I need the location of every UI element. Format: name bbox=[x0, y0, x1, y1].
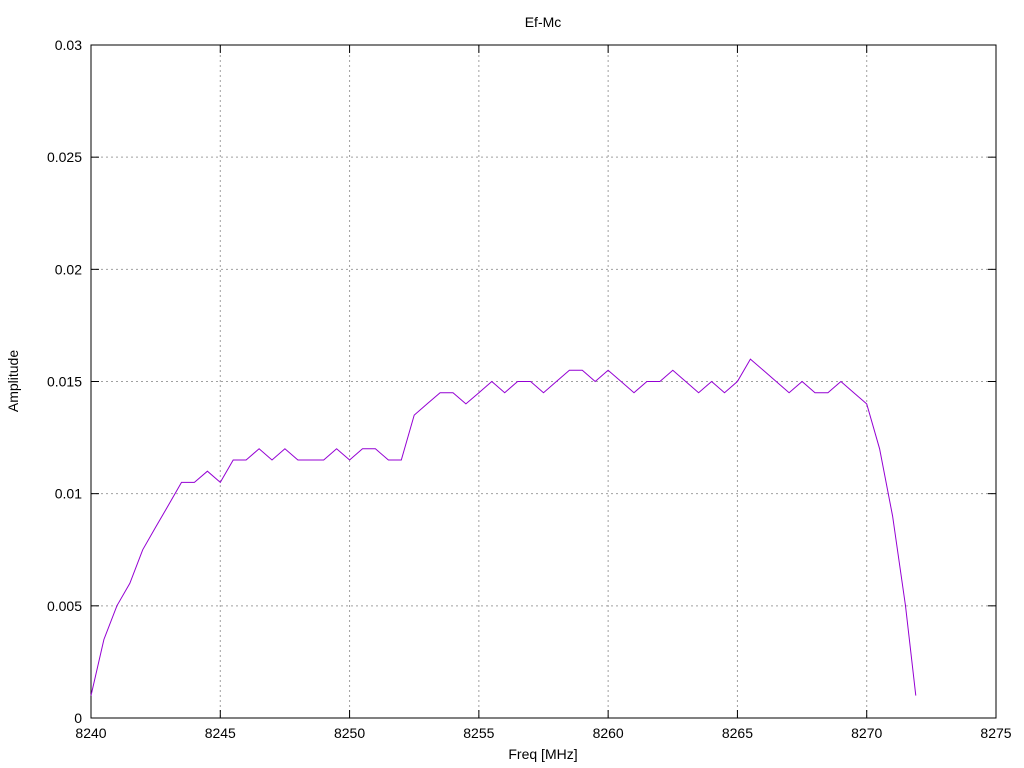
series-line bbox=[90, 358, 917, 696]
x-tick-label: 8265 bbox=[722, 725, 753, 741]
x-tick-label: 8250 bbox=[334, 725, 365, 741]
y-tick-label: 0.025 bbox=[47, 149, 82, 165]
x-tick-label: 8240 bbox=[75, 725, 106, 741]
x-tick-label: 8245 bbox=[205, 725, 236, 741]
spectrum-chart: 8240 8245 8250 8255 8260 8265 8270 8275 00.0050… bbox=[5, 14, 1012, 762]
y-tick-label: 0.02 bbox=[55, 261, 82, 277]
x-tick-label: 8275 bbox=[980, 725, 1011, 741]
grid-lines bbox=[91, 45, 996, 718]
x-axis-title: Freq [MHz] bbox=[508, 746, 577, 762]
y-tick-label: 0.01 bbox=[55, 486, 82, 502]
chart-title: Ef-Mc bbox=[525, 14, 562, 30]
y-tick-labels: 0 0.005 0.01 0.015 0.02 0.025 0.03 bbox=[47, 37, 82, 726]
y-tick-label: 0.005 bbox=[47, 598, 82, 614]
x-tick-labels: 8240 8245 8250 8255 8260 8265 8270 8275 bbox=[75, 725, 1011, 741]
y-tick-label: 0.03 bbox=[55, 37, 82, 53]
x-tick-label: 8260 bbox=[593, 725, 624, 741]
x-tick-label: 8270 bbox=[851, 725, 882, 741]
y-tick-label: 0 bbox=[74, 710, 82, 726]
y-axis-title: Amplitude bbox=[5, 350, 21, 412]
y-tick-label: 0.015 bbox=[47, 374, 82, 390]
x-tick-label: 8255 bbox=[463, 725, 494, 741]
